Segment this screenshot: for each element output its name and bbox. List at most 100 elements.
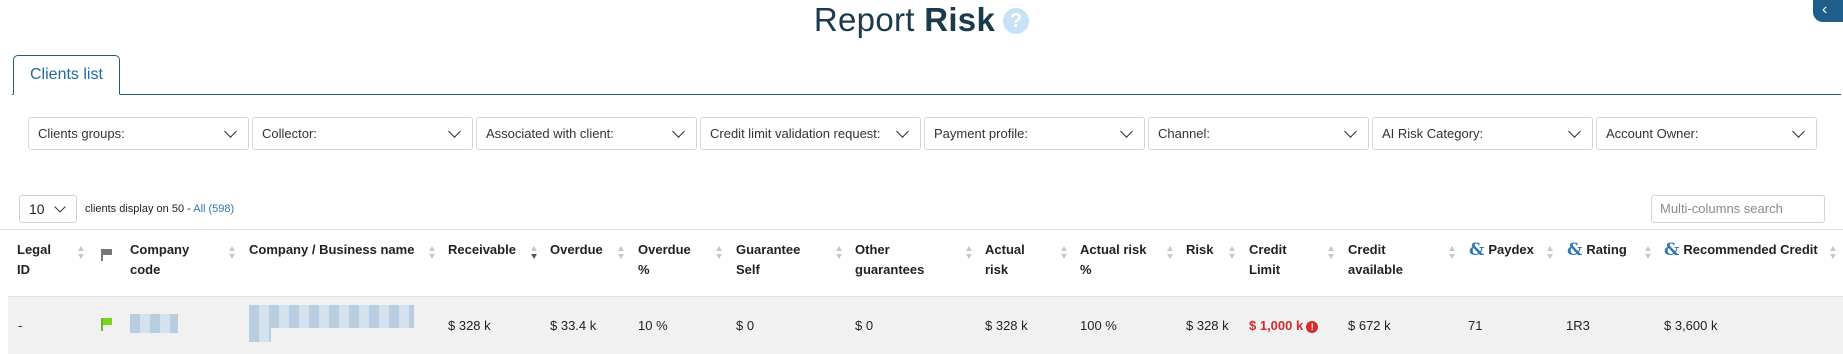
sort-icon[interactable] bbox=[1167, 246, 1173, 260]
filter-channel[interactable]: Channel: bbox=[1148, 117, 1369, 150]
col-label: Recommended Credit bbox=[1683, 242, 1818, 257]
multi-column-search-input[interactable]: Multi-columns search bbox=[1651, 195, 1825, 223]
sort-icon[interactable] bbox=[1830, 246, 1836, 260]
col-guarantee-self[interactable]: Guarantee Self bbox=[736, 240, 800, 280]
col-company-name[interactable]: Company / Business name bbox=[249, 240, 414, 260]
page-size-select[interactable]: 10 bbox=[19, 195, 77, 223]
col-label: % bbox=[638, 262, 650, 277]
sort-icon[interactable] bbox=[1449, 246, 1455, 260]
page-title: Report Risk? bbox=[0, 0, 1843, 40]
flag-icon[interactable] bbox=[101, 318, 113, 331]
company-name-redacted[interactable] bbox=[249, 305, 414, 328]
cell-guarantee-self: $ 0 bbox=[736, 318, 755, 333]
col-overdue-pct[interactable]: Overdue% bbox=[638, 240, 691, 280]
filter-associated-with-client[interactable]: Associated with client: bbox=[476, 117, 697, 150]
dnb-icon: & bbox=[1469, 240, 1485, 260]
sort-icon[interactable] bbox=[1645, 246, 1651, 260]
chevron-down-icon bbox=[672, 125, 685, 138]
sort-icon[interactable] bbox=[78, 246, 84, 260]
col-receivable[interactable]: Receivable bbox=[448, 240, 516, 260]
sort-icon[interactable] bbox=[966, 246, 972, 260]
tab-clients-list[interactable]: Clients list bbox=[13, 55, 120, 95]
filter-label: Clients groups: bbox=[38, 126, 125, 141]
table-header: Legal ID Company code Company / Business n… bbox=[0, 240, 1843, 290]
col-label: Other bbox=[855, 242, 890, 257]
cell-risk: $ 328 k bbox=[1186, 318, 1229, 333]
cell-actual-risk: $ 328 k bbox=[985, 318, 1028, 333]
filter-label: Credit limit validation request: bbox=[710, 126, 881, 141]
sort-icon[interactable] bbox=[429, 246, 435, 260]
chevron-down-icon bbox=[448, 125, 461, 138]
col-label: Self bbox=[736, 262, 760, 277]
col-label: Rating bbox=[1586, 242, 1627, 257]
flag-icon[interactable] bbox=[101, 249, 112, 261]
pager-info-text: clients display on 50 - bbox=[85, 203, 191, 215]
cell-actual-risk-pct: 100 % bbox=[1080, 318, 1117, 333]
page-size-value: 10 bbox=[29, 201, 45, 217]
col-rating[interactable]: & Rating bbox=[1567, 240, 1627, 260]
cell-rating: 1R3 bbox=[1566, 318, 1590, 333]
show-all-link[interactable]: All (598) bbox=[193, 203, 234, 215]
col-actual-risk[interactable]: Actual risk bbox=[985, 240, 1025, 280]
sort-icon[interactable] bbox=[1328, 246, 1334, 260]
filter-account-owner[interactable]: Account Owner: bbox=[1596, 117, 1817, 150]
sort-icon[interactable] bbox=[1547, 246, 1553, 260]
cell-receivable: $ 328 k bbox=[448, 318, 491, 333]
sort-icon[interactable] bbox=[836, 246, 842, 260]
cell-overdue-pct: 10 % bbox=[638, 318, 668, 333]
col-label: Limit bbox=[1249, 262, 1281, 277]
tab-bar: Clients list bbox=[12, 55, 1841, 95]
col-overdue[interactable]: Overdue bbox=[550, 240, 603, 260]
col-paydex[interactable]: & Paydex bbox=[1469, 240, 1534, 260]
col-label: ID bbox=[17, 262, 30, 277]
cell-recommended-credit: $ 3,600 k bbox=[1664, 318, 1718, 333]
filter-label: Collector: bbox=[262, 126, 317, 141]
col-other-guarantees[interactable]: Other guarantees bbox=[855, 240, 924, 280]
chevron-left-icon[interactable]: ‹ bbox=[1813, 0, 1843, 22]
filter-clients-groups[interactable]: Clients groups: bbox=[28, 117, 249, 150]
chevron-down-icon bbox=[54, 201, 66, 213]
cell-overdue: $ 33.4 k bbox=[550, 318, 597, 333]
divider bbox=[0, 229, 1843, 230]
sort-icon[interactable] bbox=[229, 246, 235, 260]
col-label: Legal bbox=[17, 242, 51, 257]
col-label: Actual risk bbox=[1080, 242, 1147, 257]
col-credit-available[interactable]: Credit available bbox=[1348, 240, 1403, 280]
filter-ai-risk-category[interactable]: AI Risk Category: bbox=[1372, 117, 1593, 150]
col-label: guarantees bbox=[855, 262, 925, 277]
col-company-code[interactable]: Company code bbox=[130, 240, 189, 280]
col-credit-limit[interactable]: Credit Limit bbox=[1249, 240, 1287, 280]
credit-limit-value: $ 1,000 k bbox=[1249, 318, 1304, 333]
question-circle-icon[interactable]: ? bbox=[1003, 8, 1030, 34]
chevron-down-icon bbox=[1568, 125, 1581, 138]
chevron-down-icon bbox=[224, 125, 237, 138]
table-row[interactable]: - $ 328 k $ 33.4 k 10 % $ 0 $ 0 $ 328 k … bbox=[8, 296, 1843, 354]
chevron-down-icon bbox=[1344, 125, 1357, 138]
filter-payment-profile[interactable]: Payment profile: bbox=[924, 117, 1145, 150]
pager-info: clients display on 50 - All (598) bbox=[85, 195, 234, 223]
col-recommended-credit[interactable]: & Recommended Credit bbox=[1664, 240, 1818, 260]
chevron-down-icon bbox=[1120, 125, 1133, 138]
col-risk[interactable]: Risk bbox=[1186, 240, 1213, 260]
filter-credit-limit-validation-request[interactable]: Credit limit validation request: bbox=[700, 117, 921, 150]
cell-legal-id: - bbox=[18, 318, 23, 333]
company-name-redacted bbox=[249, 328, 271, 342]
sort-icon[interactable] bbox=[1229, 246, 1235, 260]
cell-credit-limit: $ 1,000 k! bbox=[1249, 317, 1319, 335]
col-label: Credit bbox=[1249, 242, 1287, 257]
sort-desc-icon[interactable] bbox=[531, 246, 537, 260]
dnb-icon: & bbox=[1567, 240, 1583, 260]
col-label: Overdue bbox=[638, 242, 691, 257]
page-title-light: Report bbox=[813, 1, 915, 38]
filter-collector[interactable]: Collector: bbox=[252, 117, 473, 150]
sort-icon[interactable] bbox=[618, 246, 624, 260]
warning-icon[interactable]: ! bbox=[1306, 321, 1319, 333]
col-label: code bbox=[130, 262, 161, 277]
col-legal-id[interactable]: Legal ID bbox=[17, 240, 51, 280]
sort-icon[interactable] bbox=[716, 246, 722, 260]
chevron-down-icon bbox=[896, 125, 909, 138]
company-code-redacted bbox=[130, 314, 178, 333]
col-label: Credit bbox=[1348, 242, 1386, 257]
col-actual-risk-pct[interactable]: Actual risk% bbox=[1080, 240, 1146, 280]
sort-icon[interactable] bbox=[1061, 246, 1067, 260]
